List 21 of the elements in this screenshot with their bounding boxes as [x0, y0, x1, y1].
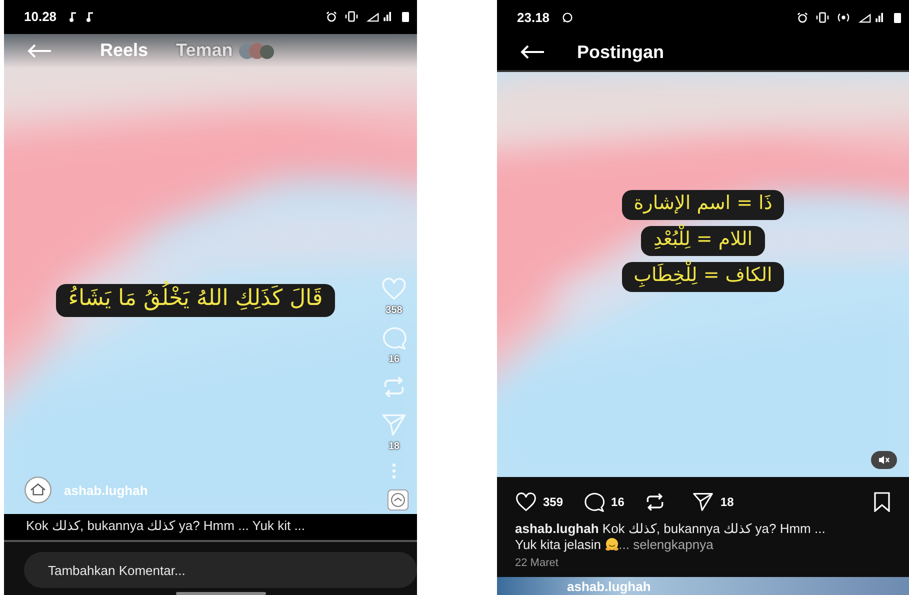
- author-name[interactable]: ashab.lughah: [64, 482, 148, 498]
- tab[interactable]: Teman: [176, 40, 233, 60]
- author-name[interactable]: ashab.lughah: [567, 578, 651, 594]
- count-label: 16: [611, 495, 624, 509]
- count-label: 16: [388, 354, 400, 365]
- post-date: 22 Maret: [514, 556, 560, 569]
- arabic-caption: الكاف = لِلْخِطَابِ: [622, 262, 784, 292]
- tab[interactable]: Reels: [100, 40, 148, 60]
- count-label: 18: [720, 495, 734, 509]
- more-link[interactable]: ... selengkapnya: [618, 537, 714, 552]
- post-caption[interactable]: Kok كذلك, bukannya كذلك ya? Hmm ... Yuk kit ...: [4, 514, 417, 540]
- post-caption: Yuk kita jelasin: [515, 537, 601, 552]
- comment-field[interactable]: Tambahkan Komentar...: [24, 552, 417, 588]
- status-time: 10.28: [24, 9, 57, 24]
- status-time: 23.18: [517, 10, 550, 24]
- count-label: 358: [386, 304, 402, 316]
- count-label: 18: [388, 440, 400, 452]
- page-title: Postingan: [577, 42, 664, 62]
- count-label: 359: [543, 495, 564, 509]
- arabic-caption: ذَا = اسم الإشارة: [622, 190, 784, 220]
- arabic-caption: اللام = لِلْبُعْدِ: [641, 226, 765, 256]
